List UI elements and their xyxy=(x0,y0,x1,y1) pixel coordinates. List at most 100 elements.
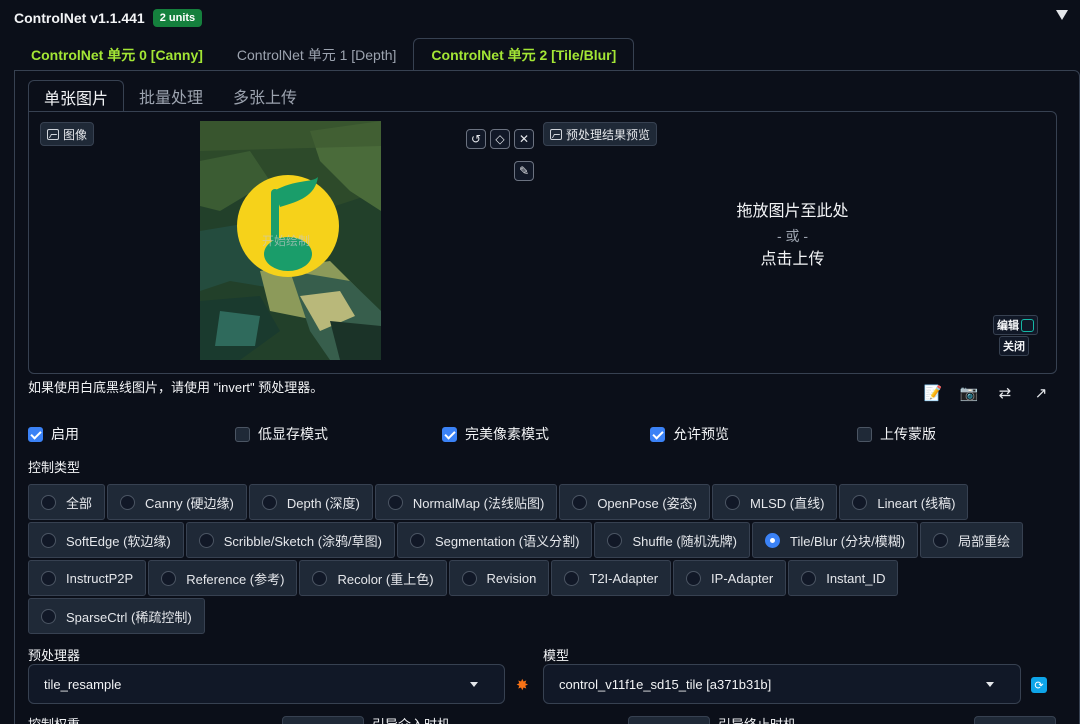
radio-dot[interactable] xyxy=(261,494,277,510)
control-type-revision[interactable]: Revision xyxy=(448,560,550,596)
control-type-t2i-adapter[interactable]: T2I-Adapter xyxy=(551,560,672,596)
checkbox-box[interactable] xyxy=(28,426,43,442)
guidance-start-input[interactable] xyxy=(628,716,710,724)
control-type-instant-id[interactable]: Instant_ID xyxy=(788,560,899,596)
enable-checkbox[interactable]: 启用 xyxy=(28,424,79,444)
tab-unit-0[interactable]: ControlNet 单元 0 [Canny] xyxy=(14,38,220,71)
control-type-all[interactable]: 全部 xyxy=(28,484,106,520)
checkbox-box[interactable] xyxy=(650,426,665,442)
control-type-mlsd[interactable]: MLSD (直线) xyxy=(712,484,838,520)
unit-tabs: ControlNet 单元 0 [Canny] ControlNet 单元 1 … xyxy=(14,38,635,71)
upload-mask-checkbox[interactable]: 上传蒙版 xyxy=(857,424,936,444)
radio-dot[interactable] xyxy=(41,532,56,548)
radio-dot[interactable] xyxy=(572,494,588,510)
checkbox-box[interactable] xyxy=(235,426,250,442)
click-upload-text: 点击上传 xyxy=(760,251,825,268)
control-weight-input[interactable] xyxy=(282,716,364,724)
tab-multi-upload[interactable]: 多张上传 xyxy=(218,80,312,112)
edit-doc-icon[interactable]: 📝 xyxy=(922,382,944,404)
radio-dot-selected[interactable] xyxy=(764,532,780,548)
radio-label: Segmentation (语义分割) xyxy=(434,533,580,549)
undo-icon[interactable]: ↺ xyxy=(466,129,486,149)
control-type-tile-blur[interactable]: Tile/Blur (分块/模糊) xyxy=(751,522,919,558)
controlnet-header[interactable]: ControlNet v1.1.441 2 units xyxy=(0,0,1080,36)
tab-unit-1[interactable]: ControlNet 单元 1 [Depth] xyxy=(220,38,414,71)
radio-label: 全部 xyxy=(66,495,93,511)
run-preprocessor-icon[interactable]: ✸ xyxy=(516,676,529,694)
control-type-instructp2p[interactable]: InstructP2P xyxy=(28,560,147,596)
radio-label: IP-Adapter xyxy=(711,570,774,586)
radio-label: Lineart (线稿) xyxy=(877,495,956,511)
control-type-depth[interactable]: Depth (深度) xyxy=(248,484,373,520)
control-type-reference[interactable]: Reference (参考) xyxy=(148,560,298,596)
control-type-ip-adapter[interactable]: IP-Adapter xyxy=(673,560,787,596)
checkbox-box[interactable] xyxy=(442,426,457,442)
pixel-perfect-checkbox[interactable]: 完美像素模式 xyxy=(442,424,549,444)
close-icon[interactable]: ✕ xyxy=(514,129,534,149)
collapse-triangle-icon[interactable] xyxy=(1056,10,1068,20)
radio-dot[interactable] xyxy=(852,494,868,510)
send-dims-icon[interactable]: ↗ xyxy=(1030,382,1052,404)
low-vram-checkbox[interactable]: 低显存模式 xyxy=(235,424,328,444)
control-type-sparsectrl[interactable]: SparseCtrl (稀疏控制) xyxy=(28,598,205,634)
eraser-icon[interactable]: ◇ xyxy=(490,129,510,149)
radio-dot[interactable] xyxy=(41,494,56,510)
radio-dot[interactable] xyxy=(933,532,949,548)
radio-dot[interactable] xyxy=(198,532,214,548)
guidance-end-input[interactable] xyxy=(974,716,1056,724)
upload-drop-zone[interactable]: 拖放图片至此处 - 或 - 点击上传 xyxy=(545,200,1040,272)
radio-dot[interactable] xyxy=(686,570,702,586)
refresh-models-icon[interactable]: ⟳ xyxy=(1031,677,1047,693)
control-type-row-2: SoftEdge (软边缘) Scribble/Sketch (涂鸦/草图) S… xyxy=(28,522,1025,558)
radio-dot[interactable] xyxy=(607,532,623,548)
drop-or: - 或 - xyxy=(776,228,809,244)
swap-icon[interactable]: ⇄ xyxy=(994,382,1016,404)
units-badge: 2 units xyxy=(152,9,203,27)
camera-icon[interactable]: 📷 xyxy=(958,382,980,404)
control-type-softedge[interactable]: SoftEdge (软边缘) xyxy=(28,522,184,558)
radio-label: Canny (硬边缘) xyxy=(145,495,234,511)
radio-label: Recolor (重上色) xyxy=(337,571,434,587)
control-type-segmentation[interactable]: Segmentation (语义分割) xyxy=(396,522,593,558)
chevron-down-icon xyxy=(986,682,994,687)
control-type-scribble[interactable]: Scribble/Sketch (涂鸦/草图) xyxy=(185,522,395,558)
control-type-lineart[interactable]: Lineart (线稿) xyxy=(839,484,969,520)
tab-unit-2[interactable]: ControlNet 单元 2 [Tile/Blur] xyxy=(413,38,635,71)
radio-dot[interactable] xyxy=(409,532,425,548)
radio-dot[interactable] xyxy=(725,494,741,510)
model-select[interactable]: control_v11f1e_sd15_tile [a371b31b] xyxy=(543,664,1021,704)
tab-single-image[interactable]: 单张图片 xyxy=(28,80,125,112)
radio-label: Reference (参考) xyxy=(186,571,285,587)
preprocessor-label: 预处理器 xyxy=(28,648,81,663)
radio-dot[interactable] xyxy=(41,570,56,586)
radio-dot[interactable] xyxy=(41,608,56,624)
checkbox-label: 完美像素模式 xyxy=(465,426,549,442)
radio-dot[interactable] xyxy=(461,570,477,586)
radio-label: Tile/Blur (分块/模糊) xyxy=(789,533,906,549)
radio-dot[interactable] xyxy=(387,494,403,510)
preprocessor-select[interactable]: tile_resample xyxy=(28,664,505,704)
control-type-canny[interactable]: Canny (硬边缘) xyxy=(107,484,247,520)
allow-preview-checkbox[interactable]: 允许预览 xyxy=(650,424,729,444)
radio-label: SoftEdge (软边缘) xyxy=(66,533,171,549)
radio-dot[interactable] xyxy=(564,570,580,586)
control-type-openpose[interactable]: OpenPose (姿态) xyxy=(559,484,711,520)
close-button[interactable]: 关闭 xyxy=(999,336,1029,356)
control-type-inpaint[interactable]: 局部重绘 xyxy=(920,522,1024,558)
radio-dot[interactable] xyxy=(161,570,177,586)
edit-button[interactable]: 编辑 xyxy=(993,315,1038,335)
radio-dot[interactable] xyxy=(801,570,817,586)
tab-batch[interactable]: 批量处理 xyxy=(124,80,218,112)
radio-label: OpenPose (姿态) xyxy=(597,495,698,511)
input-image-canvas[interactable]: 开始绘制 xyxy=(200,121,381,360)
checkbox-box[interactable] xyxy=(857,426,872,442)
control-type-recolor[interactable]: Recolor (重上色) xyxy=(299,560,447,596)
control-type-normalmap[interactable]: NormalMap (法线贴图) xyxy=(374,484,558,520)
close-button-label: 关闭 xyxy=(1003,341,1025,353)
brush-icon[interactable]: ✎ xyxy=(514,161,534,181)
radio-dot[interactable] xyxy=(312,570,328,586)
control-type-shuffle[interactable]: Shuffle (随机洗牌) xyxy=(594,522,750,558)
radio-dot[interactable] xyxy=(120,494,136,510)
radio-label: NormalMap (法线贴图) xyxy=(412,495,545,511)
image-label: 图像 xyxy=(40,122,95,146)
